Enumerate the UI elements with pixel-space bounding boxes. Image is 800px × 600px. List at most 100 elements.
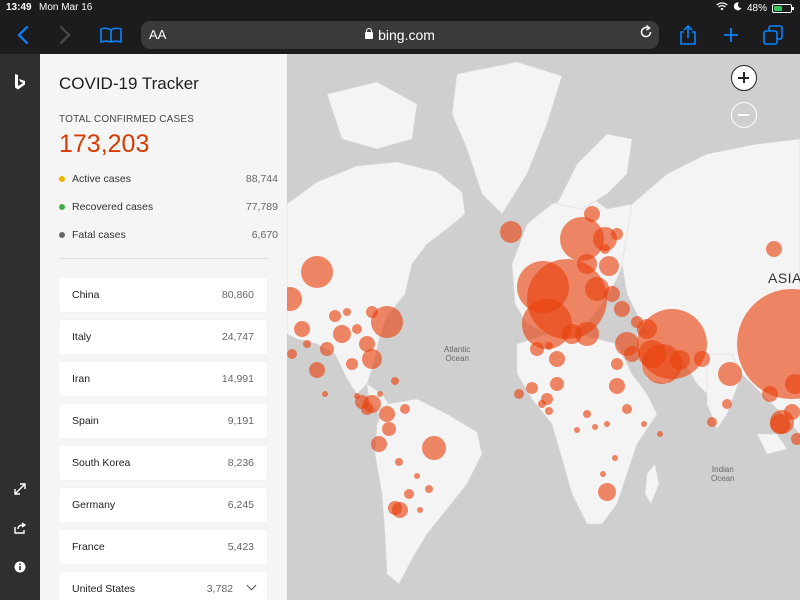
case-bubble[interactable] xyxy=(611,228,623,240)
case-bubble[interactable] xyxy=(612,455,618,461)
case-bubble[interactable] xyxy=(404,489,414,499)
case-bubble[interactable] xyxy=(600,471,606,477)
case-bubble[interactable] xyxy=(301,256,333,288)
case-bubble[interactable] xyxy=(346,358,358,370)
case-bubble[interactable] xyxy=(379,406,395,422)
indian-ocean-text: Indian Ocean xyxy=(711,465,735,483)
case-bubble[interactable] xyxy=(599,256,619,276)
case-bubble[interactable] xyxy=(784,404,800,420)
zoom-in-button[interactable] xyxy=(731,65,757,91)
case-bubble[interactable] xyxy=(549,351,565,367)
country-card-spain[interactable]: Spain 9,191 xyxy=(59,404,267,438)
case-bubble[interactable] xyxy=(530,342,544,356)
case-bubble[interactable] xyxy=(766,241,782,257)
zoom-out-button[interactable] xyxy=(731,102,757,128)
forward-button[interactable] xyxy=(50,20,80,50)
back-button[interactable] xyxy=(8,20,38,50)
expand-icon[interactable] xyxy=(10,479,30,499)
case-bubble[interactable] xyxy=(343,308,351,316)
case-bubble[interactable] xyxy=(722,399,732,409)
country-card-china[interactable]: China 80,860 xyxy=(59,278,267,312)
case-bubble[interactable] xyxy=(333,325,351,343)
share-button[interactable] xyxy=(673,20,703,50)
share-icon[interactable] xyxy=(10,518,30,538)
bookmarks-button[interactable] xyxy=(96,20,126,50)
case-bubble[interactable] xyxy=(641,421,647,427)
case-bubble[interactable] xyxy=(631,316,643,328)
case-bubble[interactable] xyxy=(609,378,625,394)
case-bubble[interactable] xyxy=(522,299,572,349)
stat-fatal: Fatal cases 6,670 xyxy=(59,228,278,244)
case-bubble[interactable] xyxy=(395,458,403,466)
case-bubble[interactable] xyxy=(694,351,710,367)
case-bubble[interactable] xyxy=(762,386,778,402)
country-value: 24,747 xyxy=(221,331,254,343)
case-bubble[interactable] xyxy=(309,362,325,378)
case-bubble[interactable] xyxy=(624,346,640,362)
case-bubble[interactable] xyxy=(422,436,446,460)
case-bubble[interactable] xyxy=(366,306,378,318)
stat-value: 6,670 xyxy=(251,229,278,241)
case-bubble[interactable] xyxy=(583,410,591,418)
address-bar[interactable]: AA bing.com xyxy=(141,21,659,49)
country-card-germany[interactable]: Germany 6,245 xyxy=(59,488,267,522)
case-bubble[interactable] xyxy=(352,324,362,334)
case-bubble[interactable] xyxy=(322,391,328,397)
case-bubble[interactable] xyxy=(718,362,742,386)
country-card-france[interactable]: France 5,423 xyxy=(59,530,267,564)
case-bubble[interactable] xyxy=(500,221,522,243)
chevron-down-icon[interactable] xyxy=(246,580,257,591)
case-bubble[interactable] xyxy=(657,431,663,437)
case-bubble[interactable] xyxy=(377,391,383,397)
country-card-iran[interactable]: Iran 14,991 xyxy=(59,362,267,396)
case-bubble[interactable] xyxy=(598,483,616,501)
case-bubble[interactable] xyxy=(791,433,800,445)
case-bubble[interactable] xyxy=(362,349,382,369)
case-bubble[interactable] xyxy=(382,422,396,436)
new-tab-button[interactable] xyxy=(716,20,746,50)
case-bubble[interactable] xyxy=(592,424,598,430)
case-bubble[interactable] xyxy=(371,436,387,452)
case-bubble[interactable] xyxy=(611,358,623,370)
case-bubble[interactable] xyxy=(545,342,553,350)
case-bubble[interactable] xyxy=(400,404,410,414)
case-bubble[interactable] xyxy=(425,485,433,493)
tabs-button[interactable] xyxy=(758,20,788,50)
case-bubble[interactable] xyxy=(550,377,564,391)
country-card-italy[interactable]: Italy 24,747 xyxy=(59,320,267,354)
case-bubble[interactable] xyxy=(604,286,620,302)
case-bubble[interactable] xyxy=(577,254,597,274)
case-bubble[interactable] xyxy=(414,473,420,479)
case-bubble[interactable] xyxy=(392,502,408,518)
case-bubble[interactable] xyxy=(604,421,610,427)
case-bubble[interactable] xyxy=(707,417,717,427)
bing-rail xyxy=(0,54,40,600)
case-bubble[interactable] xyxy=(670,350,690,370)
case-bubble[interactable] xyxy=(287,349,297,359)
case-bubble[interactable] xyxy=(538,400,546,408)
bing-logo-icon[interactable] xyxy=(10,72,30,92)
case-bubble[interactable] xyxy=(361,403,373,415)
world-map[interactable]: Atlantic Ocean Indian Ocean ASIA xyxy=(287,54,800,600)
case-bubble[interactable] xyxy=(600,244,610,254)
case-bubble[interactable] xyxy=(526,382,538,394)
case-bubble[interactable] xyxy=(329,310,341,322)
case-bubble[interactable] xyxy=(562,324,582,344)
country-card-united-states[interactable]: United States 3,782 xyxy=(59,572,267,600)
case-bubble[interactable] xyxy=(294,321,310,337)
case-bubble[interactable] xyxy=(545,407,553,415)
case-bubble[interactable] xyxy=(514,389,524,399)
case-bubble[interactable] xyxy=(574,427,580,433)
case-bubble[interactable] xyxy=(303,340,311,348)
case-bubble[interactable] xyxy=(417,507,423,513)
case-bubble[interactable] xyxy=(614,301,630,317)
case-bubble[interactable] xyxy=(391,377,399,385)
case-bubble[interactable] xyxy=(320,342,334,356)
case-bubble[interactable] xyxy=(584,206,600,222)
stat-recovered: Recovered cases 77,789 xyxy=(59,200,278,216)
reload-icon[interactable] xyxy=(639,24,653,43)
case-bubble[interactable] xyxy=(622,404,632,414)
country-card-south-korea[interactable]: South Korea 8,236 xyxy=(59,446,267,480)
stat-label: Recovered cases xyxy=(72,201,154,213)
info-icon[interactable] xyxy=(10,557,30,577)
